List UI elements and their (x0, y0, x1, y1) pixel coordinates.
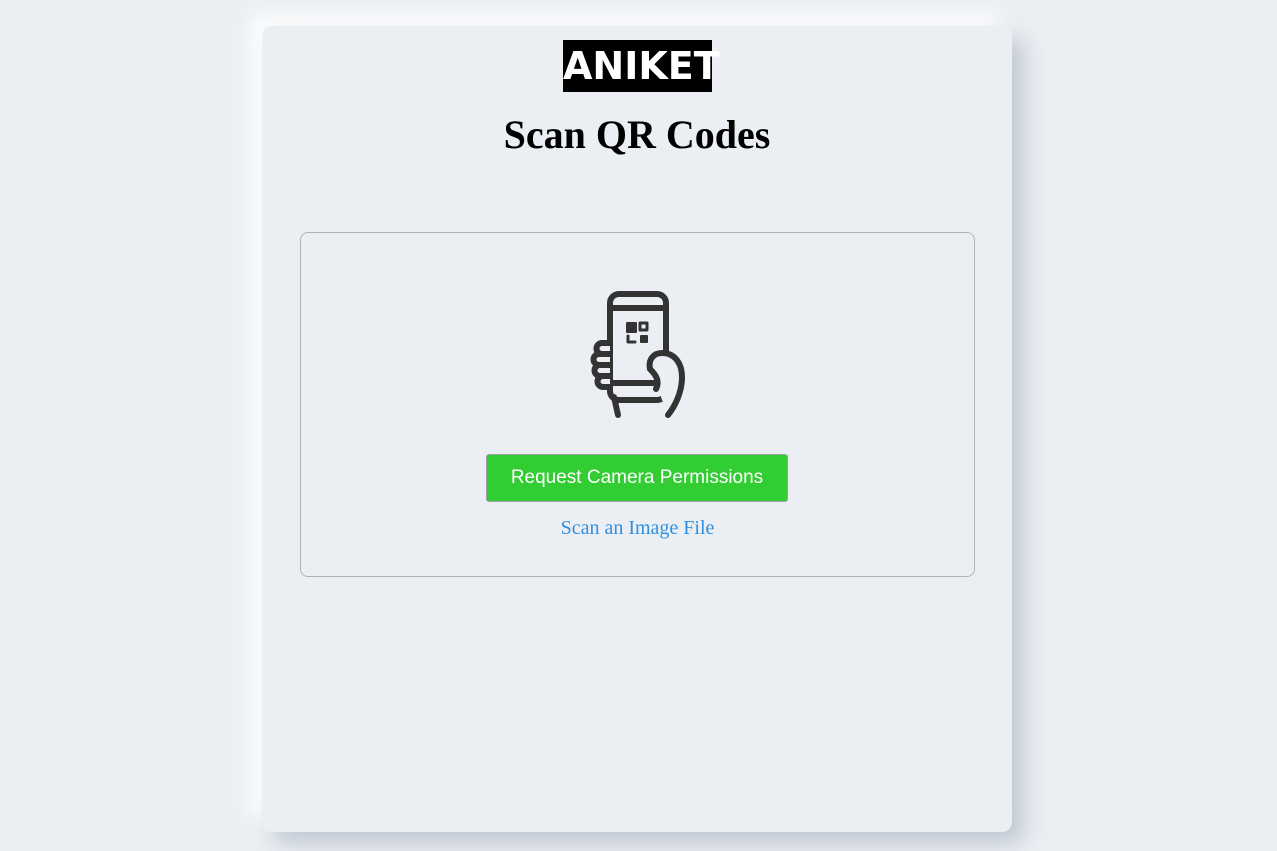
scan-image-file-link[interactable]: Scan an Image File (301, 514, 974, 542)
qr-scan-region: Request Camera Permissions Scan an Image… (300, 232, 975, 577)
phone-qr-scan-icon (590, 291, 686, 419)
page-title: Scan QR Codes (503, 112, 771, 157)
scanner-card: ANIKET Scan QR Codes Request Camera Perm… (262, 26, 1012, 832)
logo: ANIKET (563, 40, 720, 92)
request-camera-permissions-button[interactable]: Request Camera Permissions (486, 454, 788, 502)
